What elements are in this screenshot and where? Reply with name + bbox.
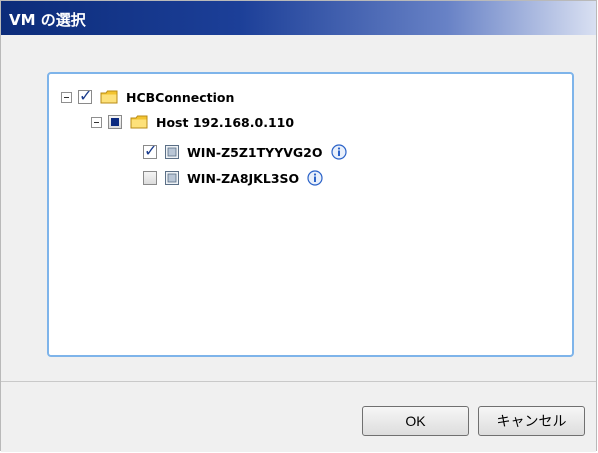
info-icon[interactable] [307, 170, 323, 186]
tree-row-vm-1: ✓ WIN-Z5Z1TYYVG2O [143, 141, 347, 163]
checkmark-icon: ✓ [144, 141, 158, 160]
checkmark-icon: ✓ [79, 86, 93, 105]
tree-row-root: ✓ HCBConnection [61, 86, 234, 108]
cancel-button[interactable]: キャンセル [478, 406, 585, 436]
folder-icon [100, 90, 118, 104]
tree-row-vm-2: WIN-ZA8JKL3SO [143, 167, 323, 189]
collapse-toggle-root[interactable] [61, 91, 72, 103]
tree-label-root[interactable]: HCBConnection [126, 90, 234, 105]
ok-button[interactable]: OK [362, 406, 469, 436]
tree-label-host[interactable]: Host 192.168.0.110 [156, 115, 294, 130]
checkbox-vm-2[interactable] [143, 171, 157, 185]
vm-tree[interactable]: ✓ HCBConnection Host 192.168.0.110 ✓ WIN… [47, 72, 574, 357]
tree-label-vm-1[interactable]: WIN-Z5Z1TYYVG2O [187, 145, 323, 160]
checkbox-root[interactable]: ✓ [78, 86, 93, 105]
checkbox-host-partial[interactable] [108, 115, 122, 129]
vm-icon [165, 145, 179, 159]
info-icon[interactable] [330, 144, 347, 160]
collapse-toggle-host[interactable] [91, 116, 102, 128]
title-bar[interactable]: VM の選択 [1, 1, 596, 35]
folder-icon [130, 115, 148, 129]
checkbox-vm-1[interactable]: ✓ [143, 141, 158, 160]
tree-label-vm-2[interactable]: WIN-ZA8JKL3SO [187, 171, 299, 186]
dialog-title: VM の選択 [9, 11, 86, 29]
vm-select-dialog: VM の選択 ✓ HCBConnection Host 192.168.0.11… [0, 0, 597, 452]
vm-icon [165, 171, 179, 185]
tree-row-host: Host 192.168.0.110 [91, 111, 294, 133]
